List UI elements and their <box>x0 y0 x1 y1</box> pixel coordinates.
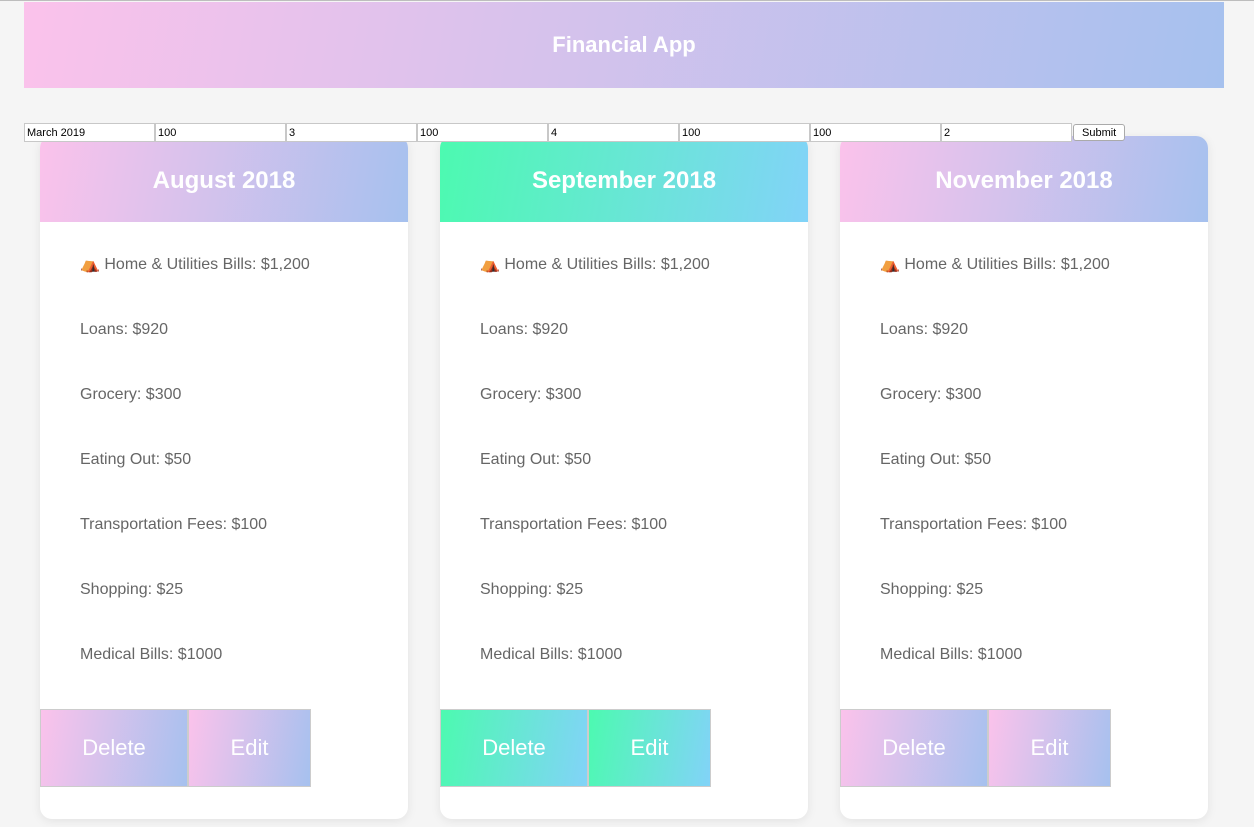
expense-item: Transportation Fees: $100 <box>480 516 668 533</box>
expense-list: ⛺ Home & Utilities Bills: $1,200 Loans: $… <box>440 222 808 711</box>
app-header: Financial App <box>24 2 1224 88</box>
delete-button[interactable]: Delete <box>840 709 988 787</box>
add-month-form: Submit <box>24 123 1126 142</box>
card-header: November 2018 <box>840 136 1208 222</box>
card-actions: Delete Edit <box>40 709 311 787</box>
edit-button[interactable]: Edit <box>588 709 711 787</box>
expense-item: Loans: $920 <box>80 321 169 338</box>
expense-list: ⛺ Home & Utilities Bills: $1,200 Loans: $… <box>840 222 1208 711</box>
expense-item: Grocery: $300 <box>80 386 182 403</box>
month-input[interactable] <box>24 123 155 142</box>
expense-item: Shopping: $25 <box>80 581 184 598</box>
submit-button[interactable]: Submit <box>1073 124 1126 141</box>
expense-list: ⛺ Home & Utilities Bills: $1,200 Loans: $… <box>40 222 408 711</box>
expense-item: Eating Out: $50 <box>480 451 592 468</box>
month-card: November 2018 ⛺ Home & Utilities Bills: … <box>840 136 1208 819</box>
delete-button[interactable]: Delete <box>40 709 188 787</box>
card-actions: Delete Edit <box>440 709 711 787</box>
card-header: September 2018 <box>440 136 808 222</box>
expense-item: Transportation Fees: $100 <box>880 516 1068 533</box>
card-header: August 2018 <box>40 136 408 222</box>
edit-button[interactable]: Edit <box>988 709 1111 787</box>
card-month-title: September 2018 <box>531 167 717 194</box>
month-card: August 2018 ⛺ Home & Utilities Bills: $1… <box>40 136 408 819</box>
transportation-input[interactable] <box>679 123 810 142</box>
shopping-input[interactable] <box>810 123 941 142</box>
expense-item: Transportation Fees: $100 <box>80 516 268 533</box>
expense-item: Eating Out: $50 <box>80 451 192 468</box>
edit-button[interactable]: Edit <box>188 709 311 787</box>
expense-item: Shopping: $25 <box>480 581 584 598</box>
month-card: September 2018 ⛺ Home & Utilities Bills:… <box>440 136 808 819</box>
card-month-title: November 2018 <box>935 167 1113 194</box>
expense-item: Medical Bills: $1000 <box>480 646 623 663</box>
card-month-title: August 2018 <box>152 167 296 194</box>
expense-item: Loans: $920 <box>480 321 569 338</box>
expense-item: Medical Bills: $1000 <box>80 646 223 663</box>
home-bills-input[interactable] <box>155 123 286 142</box>
loans-input[interactable] <box>286 123 417 142</box>
expense-item: Grocery: $300 <box>880 386 982 403</box>
expense-item: Grocery: $300 <box>480 386 582 403</box>
card-actions: Delete Edit <box>840 709 1111 787</box>
expense-item: Loans: $920 <box>880 321 969 338</box>
expense-item: ⛺ Home & Utilities Bills: $1,200 <box>880 256 1110 273</box>
expense-item: ⛺ Home & Utilities Bills: $1,200 <box>80 256 310 273</box>
expense-item: Shopping: $25 <box>880 581 984 598</box>
expense-item: Medical Bills: $1000 <box>880 646 1023 663</box>
expense-item: ⛺ Home & Utilities Bills: $1,200 <box>480 256 710 273</box>
app-title: Financial App <box>552 32 696 57</box>
medical-input[interactable] <box>941 123 1072 142</box>
expense-item: Eating Out: $50 <box>880 451 992 468</box>
grocery-input[interactable] <box>417 123 548 142</box>
eating-out-input[interactable] <box>548 123 679 142</box>
delete-button[interactable]: Delete <box>440 709 588 787</box>
